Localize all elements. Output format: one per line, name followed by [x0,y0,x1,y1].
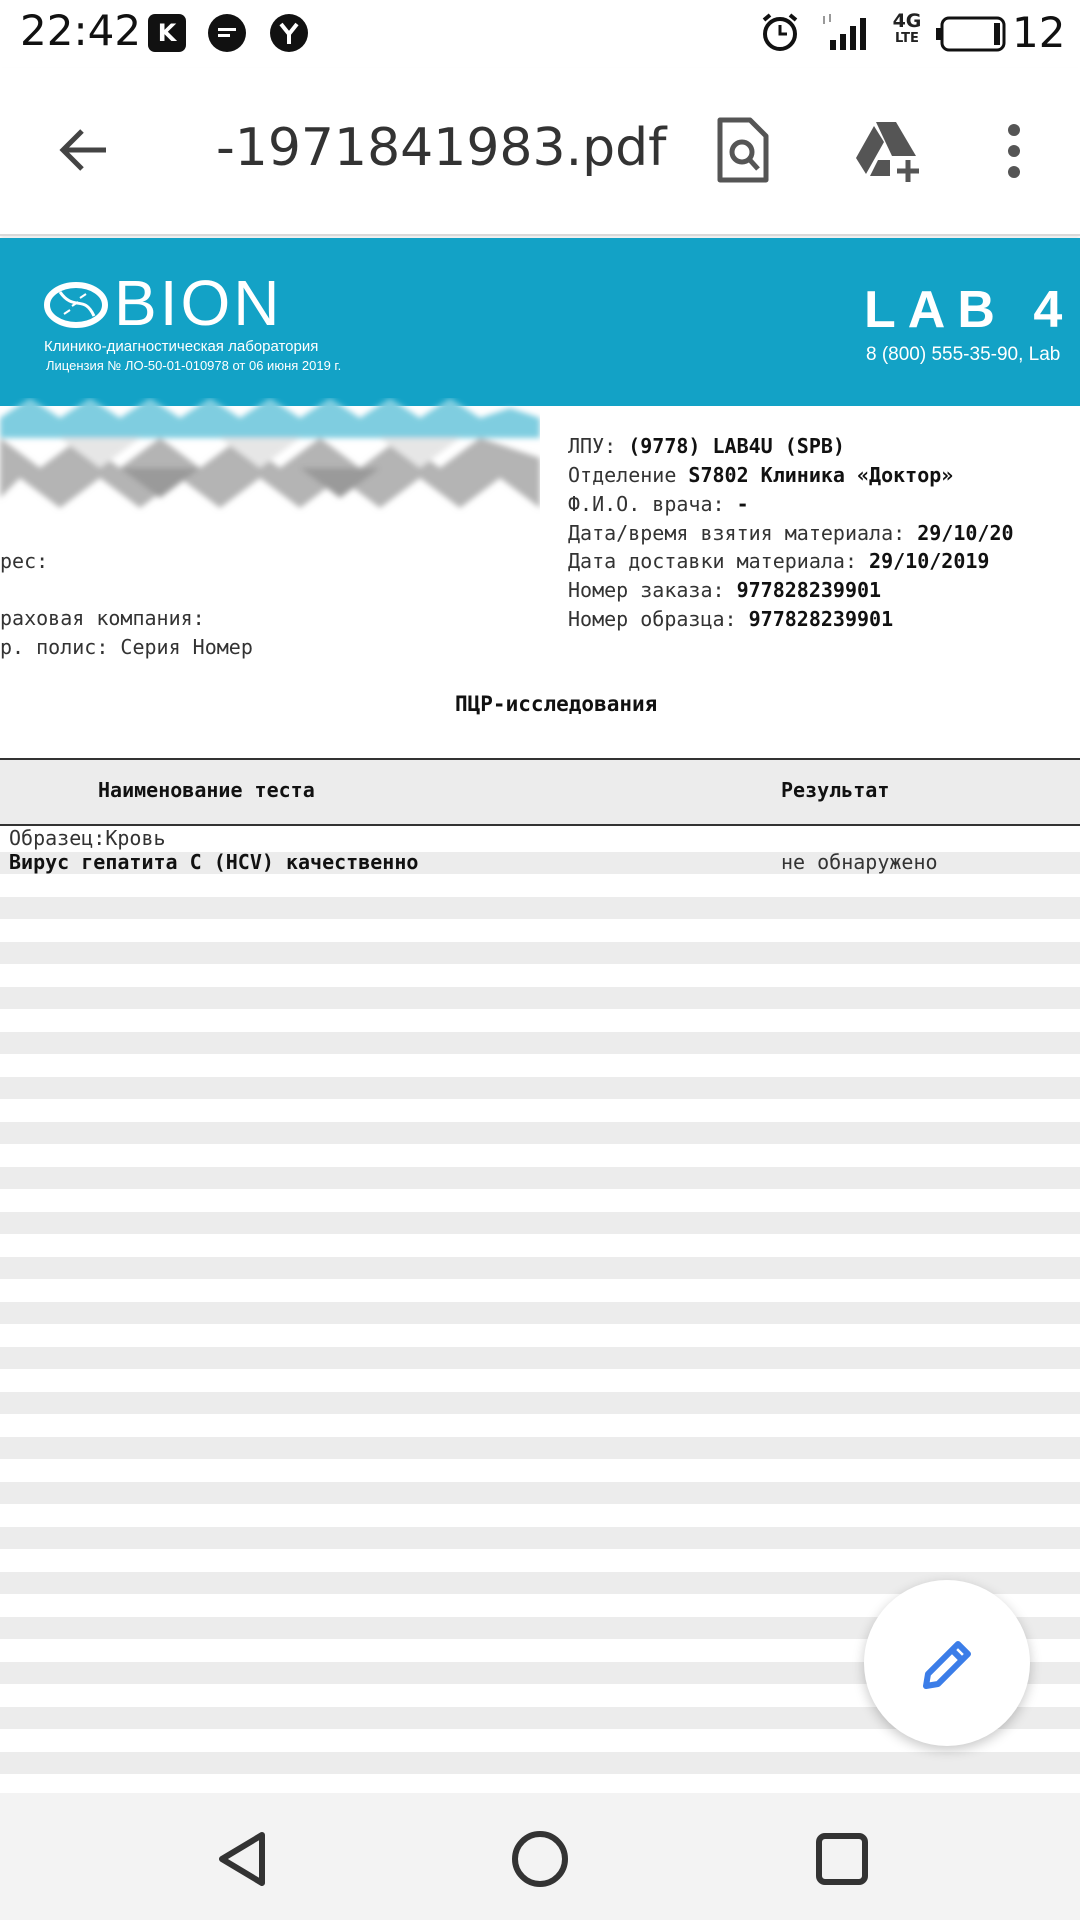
signal-icon [820,10,876,58]
info-sample-label: Номер образца: [568,607,737,631]
column-test-name: Наименование теста [98,778,315,802]
results-table-header: Наименование теста Результат [0,758,1080,826]
table-stripe [0,1122,1080,1144]
table-stripe [0,987,1080,1009]
lte-icon: 4G LTE [892,12,922,48]
patient-address: рес: [0,549,49,573]
battery-icon [934,16,1006,56]
info-delivered-label: Дата доставки материала: [568,549,857,573]
system-nav-bar [0,1793,1080,1920]
info-doctor-label: Ф.И.О. врача: [568,492,725,516]
edit-pencil-icon [918,1634,978,1698]
table-stripe [0,1482,1080,1504]
info-lpu: ЛПУ: (9778) LAB4U (SPB) [568,434,845,458]
table-stripe [0,1347,1080,1369]
chat-icon [208,14,246,52]
app-toolbar: -1971841983.pdf [0,68,1080,236]
bion-logo-text: BION [114,267,283,339]
document-title: -1971841983.pdf [216,118,667,178]
table-stripe [0,1257,1080,1279]
redacted-patient-block [0,398,540,518]
table-stripe [0,1392,1080,1414]
nav-recents-icon[interactable] [812,1829,872,1893]
insurance-company: раховая компания: [0,606,205,630]
table-stripe [0,1752,1080,1774]
table-stripe [0,897,1080,919]
info-delivered: Дата доставки материала: 29/10/2019 [568,549,989,573]
status-time: 22:42 [20,6,142,55]
info-department-value: S7802 Клиника «Доктор» [688,463,954,487]
info-doctor-value: - [736,492,749,516]
edit-fab-button[interactable] [864,1580,1030,1746]
yandex-browser-icon [270,14,308,52]
info-taken-label: Дата/время взятия материала: [568,521,906,545]
table-stripe [0,1527,1080,1549]
table-stripe [0,942,1080,964]
info-order: Номер заказа: 977828239901 [568,578,881,602]
info-order-label: Номер заказа: [568,578,725,602]
back-arrow-icon[interactable] [52,118,116,186]
battery-level: 12 [1012,8,1066,57]
bion-logo-icon [44,282,108,332]
partner-logo: LAB 4 [864,281,1075,339]
lab-description: Клинико-диагностическая лаборатория [44,338,319,355]
table-stripe [0,1437,1080,1459]
info-lpu-value: (9778) LAB4U (SPB) [628,434,845,458]
find-in-page-icon[interactable] [710,116,776,190]
table-stripe [0,1077,1080,1099]
info-department-label: Отделение [568,463,677,487]
info-sample-value: 977828239901 [748,607,894,631]
info-taken: Дата/время взятия материала: 29/10/20 [568,521,1014,545]
info-doctor: Ф.И.О. врача: - [568,492,749,516]
alarm-icon [758,10,802,58]
info-sample: Номер образца: 977828239901 [568,607,893,631]
network-sublabel: LTE [895,31,919,46]
section-title: ПЦР-исследования [455,692,658,716]
partner-phone: 8 (800) 555-35-90, Lab [866,344,1061,365]
kinopoisk-icon: K [148,14,186,52]
nav-back-icon[interactable] [212,1829,272,1893]
table-stripe [0,1032,1080,1054]
table-row-test: Вирус гепатита С (HCV) качественно [9,850,419,874]
table-stripe [0,1167,1080,1189]
pdf-header-banner: BION Клинико-диагностическая лаборатория… [0,238,1080,406]
lab-license: Лицензия № ЛО-50-01-010978 от 06 июня 20… [46,358,342,373]
column-result: Результат [781,778,890,802]
network-label: 4G [892,10,922,32]
info-taken-value: 29/10/20 [917,521,1014,545]
pdf-page[interactable]: BION Клинико-диагностическая лаборатория… [0,238,1080,1793]
info-lpu-label: ЛПУ: [568,434,617,458]
status-bar: 22:42 K 4G LTE 12 [0,0,1080,68]
nav-home-icon[interactable] [510,1829,570,1893]
table-stripe [0,1302,1080,1324]
table-row-result: не обнаружено [781,850,938,874]
save-to-drive-icon[interactable] [852,116,924,190]
more-vert-icon[interactable] [1000,120,1028,186]
sample-type: Образец:Кровь [9,826,166,850]
table-stripe [0,1212,1080,1234]
info-department: Отделение S7802 Клиника «Доктор» [568,463,953,487]
info-delivered-value: 29/10/2019 [869,549,990,573]
info-order-value: 977828239901 [736,578,882,602]
insurance-policy: р. полис: Серия Номер [0,635,253,659]
